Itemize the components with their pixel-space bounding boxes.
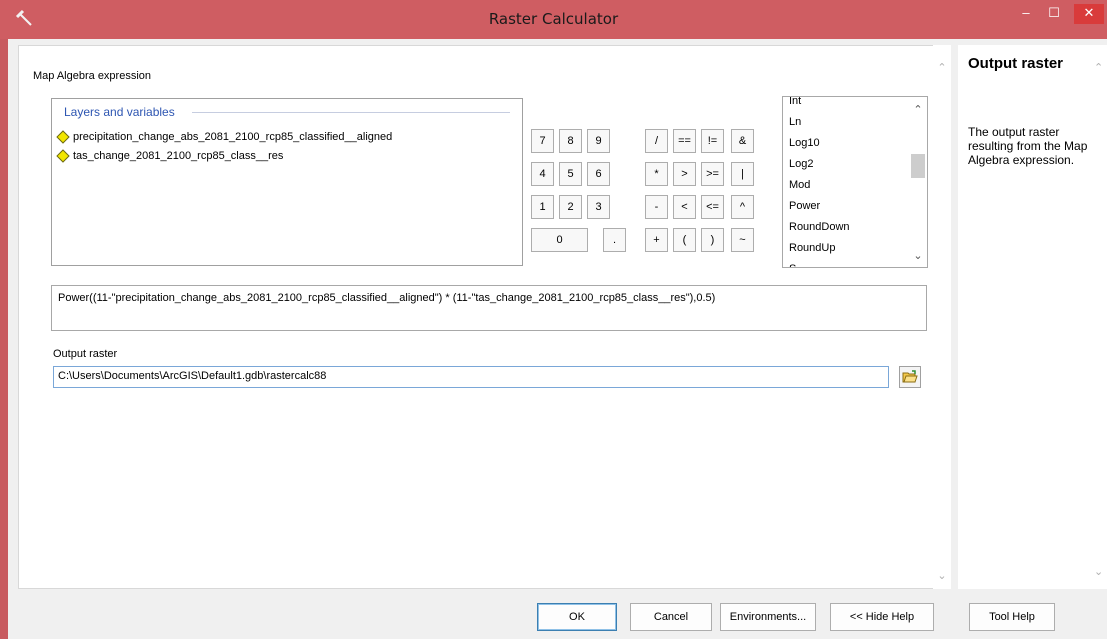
- key-3[interactable]: 3: [587, 195, 610, 219]
- key-minus[interactable]: -: [645, 195, 668, 219]
- key-xor[interactable]: ^: [731, 195, 754, 219]
- key-plus[interactable]: +: [645, 228, 668, 252]
- expression-label: Map Algebra expression: [33, 70, 152, 82]
- layer-item[interactable]: precipitation_change_abs_2081_2100_rcp85…: [56, 129, 392, 145]
- layer-name: precipitation_change_abs_2081_2100_rcp85…: [73, 131, 393, 143]
- browse-button[interactable]: [899, 366, 921, 388]
- function-item[interactable]: Log2: [789, 154, 850, 175]
- key-open-paren[interactable]: (: [673, 228, 696, 252]
- chevron-up-icon[interactable]: ⌃: [1094, 61, 1103, 74]
- function-item[interactable]: Power: [789, 196, 850, 217]
- help-title: Output raster: [968, 55, 1064, 72]
- layers-header: Layers and variables: [64, 105, 175, 119]
- chevron-up-icon[interactable]: ⌃: [936, 61, 948, 74]
- key-1[interactable]: 1: [531, 195, 554, 219]
- key-multiply[interactable]: *: [645, 162, 668, 186]
- function-item[interactable]: Int: [789, 97, 850, 112]
- key-not-equal[interactable]: !=: [701, 129, 724, 153]
- functions-list[interactable]: Int Ln Log10 Log2 Mod Power RoundDown Ro…: [782, 96, 928, 268]
- tool-help-button[interactable]: Tool Help: [969, 603, 1055, 631]
- functions-items: Int Ln Log10 Log2 Mod Power RoundDown Ro…: [789, 97, 850, 267]
- raster-layer-icon: [56, 149, 70, 163]
- key-5[interactable]: 5: [559, 162, 582, 186]
- header-divider: [192, 112, 510, 113]
- minimize-button[interactable]: ‒: [1014, 4, 1038, 24]
- functions-scrollbar[interactable]: ⌃ ⌄: [908, 97, 927, 267]
- chevron-down-icon[interactable]: ⌄: [936, 569, 948, 582]
- function-item[interactable]: Ln: [789, 112, 850, 133]
- cancel-button[interactable]: Cancel: [630, 603, 712, 631]
- key-less[interactable]: <: [673, 195, 696, 219]
- key-close-paren[interactable]: ): [701, 228, 724, 252]
- key-2[interactable]: 2: [559, 195, 582, 219]
- key-and[interactable]: &: [731, 129, 754, 153]
- dialog-body: Map Algebra expression Layers and variab…: [8, 39, 1107, 639]
- key-0[interactable]: 0: [531, 228, 588, 252]
- expression-textbox[interactable]: Power((11-"precipitation_change_abs_2081…: [51, 285, 927, 331]
- layers-list[interactable]: Layers and variables precipitation_chang…: [51, 98, 523, 266]
- main-scrollbar[interactable]: ⌃ ⌄: [933, 45, 951, 589]
- chevron-down-icon[interactable]: ⌄: [1094, 565, 1103, 578]
- key-or[interactable]: |: [731, 162, 754, 186]
- key-greater[interactable]: >: [673, 162, 696, 186]
- key-equal[interactable]: ==: [673, 129, 696, 153]
- output-raster-input[interactable]: C:\Users\Documents\ArcGIS\Default1.gdb\r…: [53, 366, 889, 388]
- function-item[interactable]: Mod: [789, 175, 850, 196]
- scrollbar-thumb[interactable]: [911, 154, 925, 178]
- open-folder-icon: [902, 370, 918, 383]
- layer-item[interactable]: tas_change_2081_2100_rcp85_class__res: [56, 148, 283, 164]
- function-item[interactable]: RoundDown: [789, 217, 850, 238]
- help-splitter[interactable]: [952, 39, 956, 639]
- window-title: Raster Calculator: [488, 10, 619, 28]
- key-decimal[interactable]: .: [603, 228, 626, 252]
- ok-button[interactable]: OK: [537, 603, 617, 631]
- environments-button[interactable]: Environments...: [720, 603, 816, 631]
- key-greater-equal[interactable]: >=: [701, 162, 724, 186]
- output-raster-label: Output raster: [53, 348, 118, 360]
- layer-name: tas_change_2081_2100_rcp85_class__res: [73, 150, 284, 162]
- chevron-up-icon[interactable]: ⌃: [912, 103, 924, 116]
- key-less-equal[interactable]: <=: [701, 195, 724, 219]
- key-9[interactable]: 9: [587, 129, 610, 153]
- raster-layer-icon: [56, 130, 70, 144]
- key-8[interactable]: 8: [559, 129, 582, 153]
- parameters-panel: Map Algebra expression Layers and variab…: [18, 45, 942, 589]
- function-item[interactable]: RoundUp: [789, 238, 850, 259]
- chevron-down-icon[interactable]: ⌄: [912, 249, 924, 262]
- window-border: [0, 39, 8, 639]
- hide-help-button[interactable]: << Hide Help: [830, 603, 934, 631]
- key-divide[interactable]: /: [645, 129, 668, 153]
- title-bar: Raster Calculator ‒ ☐ ✕: [0, 0, 1107, 39]
- key-6[interactable]: 6: [587, 162, 610, 186]
- help-text: The output raster resulting from the Map…: [968, 125, 1088, 167]
- key-not[interactable]: ~: [731, 228, 754, 252]
- key-7[interactable]: 7: [531, 129, 554, 153]
- function-item[interactable]: Log10: [789, 133, 850, 154]
- close-button[interactable]: ✕: [1074, 4, 1104, 24]
- help-panel: Output raster The output raster resultin…: [958, 45, 1107, 589]
- function-item[interactable]: S...: [789, 259, 850, 267]
- key-4[interactable]: 4: [531, 162, 554, 186]
- maximize-button[interactable]: ☐: [1042, 4, 1066, 24]
